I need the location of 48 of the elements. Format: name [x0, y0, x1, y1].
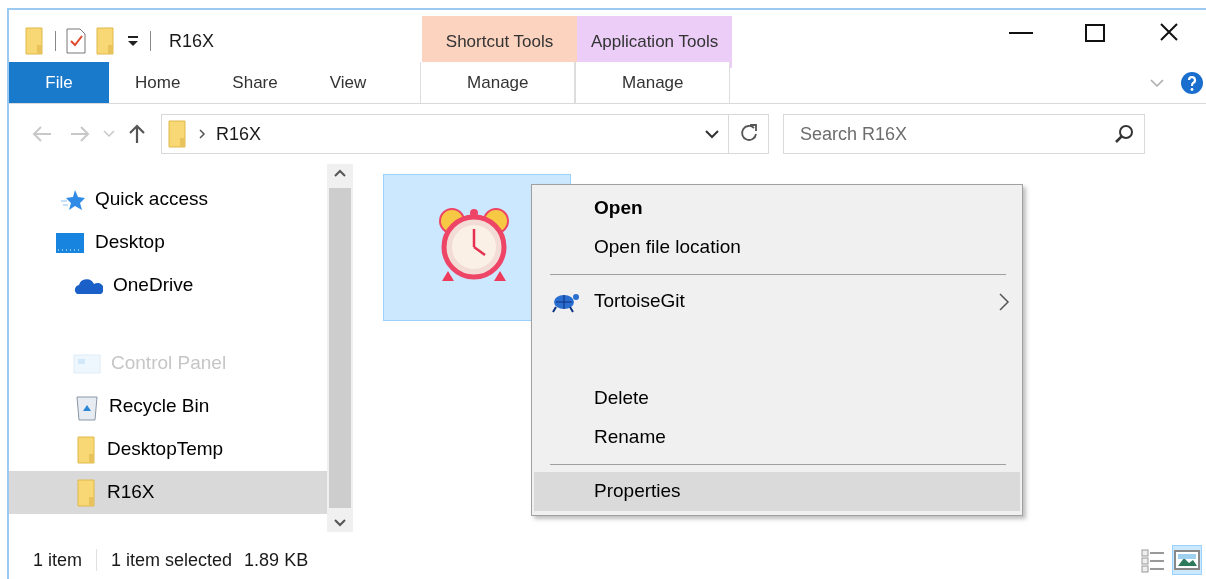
sidebar-item[interactable]: Quick access: [9, 178, 327, 221]
window-title: R16X: [169, 29, 215, 53]
sidebar-item[interactable]: R16X: [9, 471, 327, 514]
chevron-right-icon: [998, 291, 1010, 312]
chevron-right-icon: [198, 128, 206, 140]
minimize-icon: [1009, 32, 1033, 34]
ribbon-tab[interactable]: View: [303, 62, 393, 103]
menu-item[interactable]: Rename: [534, 418, 1020, 457]
chevron-down-icon[interactable]: [704, 129, 720, 139]
sidebar-item[interactable]: Recycle Bin: [9, 385, 327, 428]
ribbon-tab[interactable]: Manage: [420, 62, 576, 103]
sidebar-item[interactable]: OneDrive: [9, 264, 327, 307]
folder-icon: [77, 435, 97, 464]
address-bar[interactable]: R16X: [161, 114, 729, 154]
checklist-icon[interactable]: [66, 28, 86, 54]
dropdown-icon[interactable]: [126, 34, 140, 48]
folder-icon: [77, 478, 97, 507]
search-box[interactable]: Search R16X: [783, 114, 1145, 154]
search-icon[interactable]: [1114, 124, 1134, 144]
monitor-icon: [55, 231, 85, 254]
view-button[interactable]: [1172, 545, 1202, 575]
status-text: 1.89 KB: [244, 548, 309, 572]
menu-item[interactable]: Open file location: [534, 228, 1020, 267]
status-text: 1 item: [33, 548, 83, 572]
menu-item[interactable]: Properties: [534, 472, 1020, 511]
scrollbar[interactable]: [327, 164, 353, 532]
control-panel-icon: [73, 352, 101, 375]
file-menu-button[interactable]: File: [9, 62, 109, 103]
ribbon-tab[interactable]: Share: [206, 62, 304, 103]
menu-item[interactable]: Delete: [534, 379, 1020, 418]
scroll-down-icon[interactable]: [333, 518, 347, 528]
scroll-up-icon[interactable]: [333, 168, 347, 178]
sidebar-item[interactable]: Desktop: [9, 221, 327, 264]
up-arrow-icon[interactable]: [127, 123, 147, 145]
ribbon-tab[interactable]: Home: [109, 62, 207, 103]
star-icon: [61, 188, 85, 211]
refresh-button[interactable]: [729, 114, 769, 154]
breadcrumb[interactable]: R16X: [216, 120, 262, 148]
menu-item[interactable]: Open: [534, 189, 1020, 228]
help-icon[interactable]: [1180, 70, 1204, 95]
folder-icon: [168, 120, 188, 148]
status-text: 1 item selected: [111, 548, 233, 572]
cloud-icon: [73, 276, 103, 295]
menu-item[interactable]: TortoiseGit: [534, 282, 1020, 321]
details-view-icon: [1139, 546, 1167, 574]
ribbon-tab[interactable]: Manage: [575, 62, 731, 103]
scroll-thumb[interactable]: [329, 188, 351, 508]
sidebar-item[interactable]: DesktopTemp: [9, 428, 327, 471]
